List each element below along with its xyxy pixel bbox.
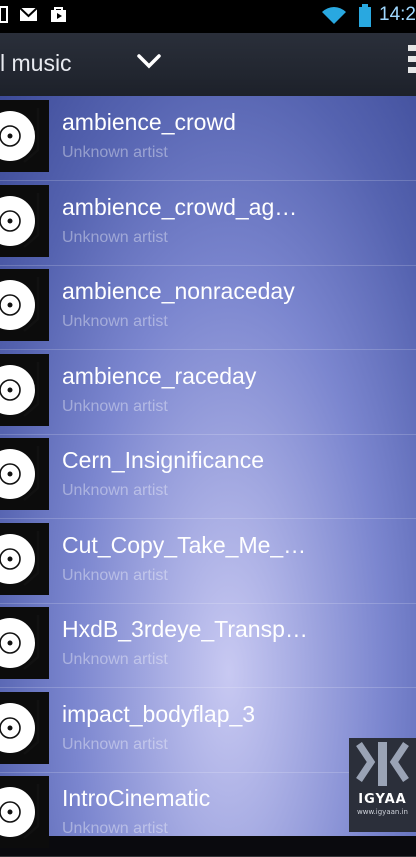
album-art-icon — [0, 438, 49, 510]
battery-icon — [359, 4, 371, 32]
watermark-logo-icon — [356, 742, 409, 786]
action-bar: l music — [0, 33, 416, 97]
list-item[interactable]: Cut_Copy_Take_Me_… Unknown artist — [0, 519, 416, 604]
track-artist: Unknown artist — [62, 228, 168, 246]
shopping-bag-icon — [50, 6, 68, 28]
tablet-icon — [0, 6, 8, 28]
mail-icon — [19, 6, 39, 28]
clock: 14:2 — [379, 4, 416, 25]
track-title: ambience_crowd — [62, 109, 236, 135]
track-title: ambience_raceday — [62, 362, 257, 389]
track-artist: Unknown artist — [62, 482, 168, 499]
album-art-icon — [0, 691, 49, 764]
album-art-icon — [0, 776, 49, 848]
list-item[interactable]: ambience_raceday Unknown artist — [0, 350, 416, 435]
track-title: impact_bodyflap_3 — [62, 700, 256, 727]
wifi-icon — [320, 4, 348, 30]
track-title: Cern_Insignificance — [62, 447, 265, 473]
list-item[interactable]: ambience_crowd Unknown artist — [0, 96, 416, 181]
track-title: ambience_nonraceday — [62, 278, 295, 304]
list-item[interactable]: ambience_crowd_ag… Unknown artist — [0, 181, 416, 266]
track-artist: Unknown artist — [62, 566, 168, 584]
album-art-icon — [0, 184, 49, 257]
watermark-brand: IGYAA — [358, 792, 407, 807]
track-list[interactable]: ambience_crowd Unknown artist ambience_c… — [0, 96, 416, 857]
album-art-icon — [0, 353, 49, 426]
album-art-icon — [0, 522, 49, 595]
chevron-down-icon[interactable] — [136, 53, 162, 75]
album-art-icon — [0, 269, 49, 341]
track-artist: Unknown artist — [62, 397, 168, 415]
track-title: ambience_crowd_ag… — [62, 193, 298, 220]
track-artist: Unknown artist — [62, 313, 168, 330]
igyaan-watermark: IGYAA www.igyaan.in — [349, 738, 416, 832]
list-item[interactable]: Cern_Insignificance Unknown artist — [0, 434, 416, 519]
track-artist: Unknown artist — [62, 144, 168, 161]
library-selector-title[interactable]: l music — [0, 50, 72, 77]
album-art-icon — [0, 607, 49, 679]
list-item[interactable]: HxdB_3rdeye_Transp… Unknown artist — [0, 603, 416, 688]
watermark-url: www.igyaan.in — [357, 808, 408, 816]
track-artist: Unknown artist — [62, 735, 168, 753]
track-title: Cut_Copy_Take_Me_… — [62, 531, 307, 558]
track-artist: Unknown artist — [62, 651, 168, 668]
track-artist: Unknown artist — [62, 820, 168, 837]
status-bar: 14:2 — [0, 0, 416, 33]
track-title: IntroCinematic — [62, 785, 211, 811]
overflow-menu-icon[interactable] — [408, 45, 416, 81]
track-title: HxdB_3rdeye_Transp… — [62, 616, 308, 642]
album-art-icon — [0, 100, 49, 172]
list-item[interactable]: ambience_nonraceday Unknown artist — [0, 265, 416, 350]
